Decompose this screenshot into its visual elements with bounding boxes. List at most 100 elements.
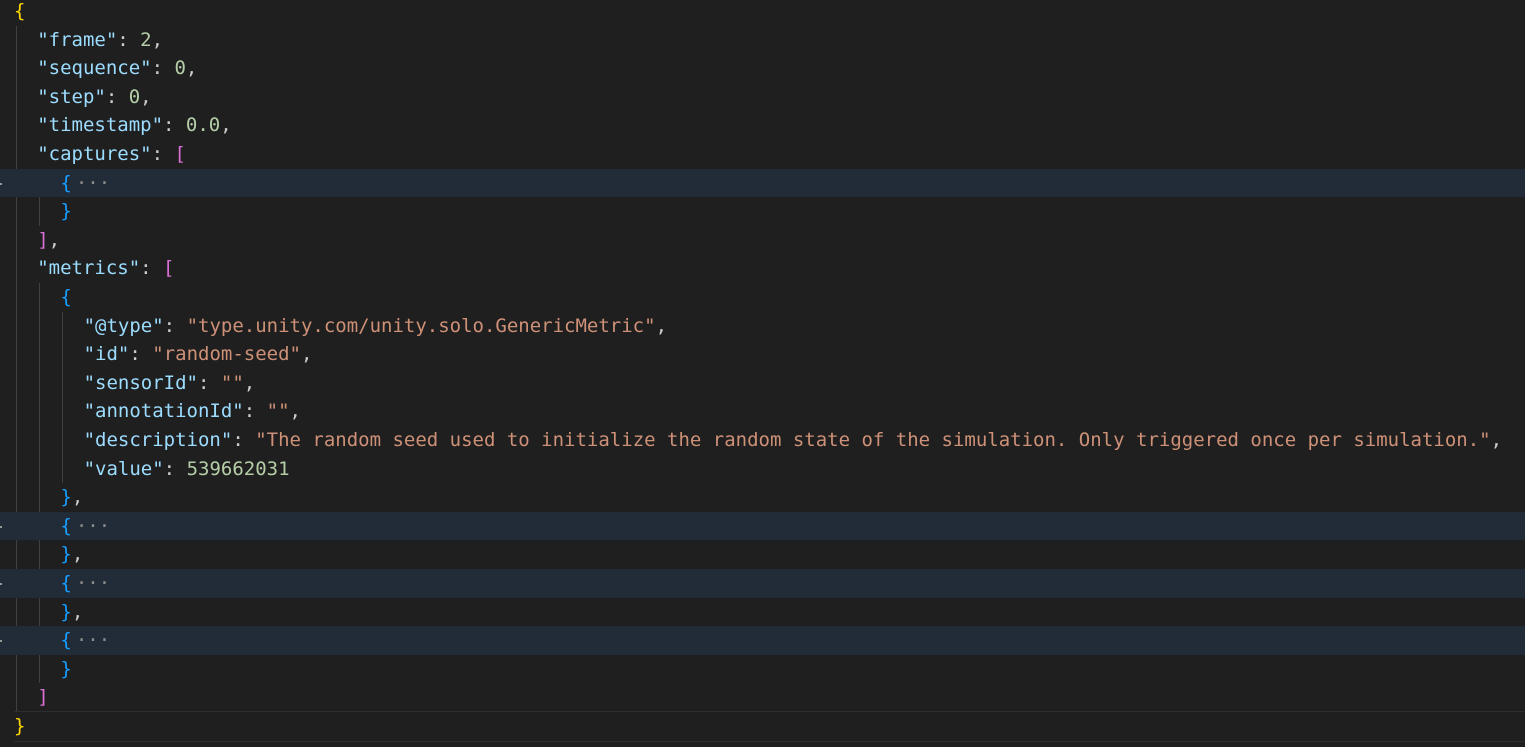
- code-line[interactable]: "annotationId": "",: [0, 397, 1525, 426]
- code-token: "": [266, 400, 290, 423]
- code-text: },: [60, 598, 83, 627]
- code-line[interactable]: "id": "random-seed",: [0, 340, 1525, 369]
- code-token: ,: [185, 57, 198, 80]
- code-text: "id": "random-seed",: [84, 340, 313, 369]
- code-token: :: [197, 371, 221, 394]
- fold-ellipsis[interactable]: ···: [76, 629, 110, 651]
- code-line[interactable]: ],: [0, 226, 1525, 255]
- code-token: }: [60, 657, 72, 680]
- code-line[interactable]: "description": "The random seed used to …: [0, 426, 1525, 455]
- code-token: :: [163, 457, 187, 480]
- code-token: "frame": [37, 28, 118, 51]
- code-token: ,: [151, 28, 164, 51]
- code-text: "value": 539662031: [84, 455, 290, 484]
- code-token: "step": [37, 85, 106, 108]
- code-token: "description": [83, 429, 233, 451]
- code-text: }: [60, 655, 71, 684]
- code-token: :: [117, 28, 141, 51]
- code-text: {: [14, 0, 25, 26]
- code-text: },: [60, 540, 83, 569]
- code-text: "annotationId": "",: [84, 397, 301, 426]
- code-token: :: [163, 314, 187, 337]
- code-line[interactable]: "timestamp": 0.0,: [0, 111, 1525, 140]
- code-text: {···: [60, 512, 110, 541]
- code-line[interactable]: {: [0, 0, 1525, 26]
- code-token: {: [60, 629, 72, 652]
- code-token: "type.unity.com/unity.solo.GenericMetric…: [186, 314, 656, 337]
- code-token: "@type": [83, 314, 164, 337]
- code-token: {: [60, 572, 72, 594]
- code-token: }: [60, 200, 72, 223]
- code-token: ,: [289, 400, 301, 423]
- json-editor[interactable]: {"frame": 2, "sequence": 0, "step": 0, "tim…: [0, 0, 1525, 747]
- code-line[interactable]: "@type": "type.unity.com/unity.solo.Gene…: [0, 312, 1525, 341]
- code-token: "sequence": [37, 57, 152, 80]
- code-text: },: [60, 483, 83, 512]
- code-token: ,: [1490, 429, 1503, 451]
- code-token: ,: [71, 600, 84, 623]
- code-line[interactable]: }: [0, 712, 1525, 741]
- code-token: {: [60, 286, 72, 308]
- folded-code-line[interactable]: {···: [0, 168, 1525, 198]
- folded-code-line[interactable]: {···: [0, 569, 1525, 598]
- fold-ellipsis[interactable]: ···: [76, 572, 110, 594]
- code-text: "frame": 2,: [37, 26, 163, 55]
- code-line[interactable]: },: [0, 598, 1525, 627]
- code-line[interactable]: }: [0, 655, 1525, 684]
- code-text: }: [14, 712, 25, 741]
- code-token: 2: [140, 28, 152, 51]
- code-line[interactable]: {: [0, 283, 1525, 312]
- code-line[interactable]: },: [0, 540, 1525, 569]
- code-text: "sensorId": "",: [84, 369, 256, 398]
- code-line[interactable]: },: [0, 483, 1525, 512]
- fold-indicator-icon[interactable]: [0, 525, 2, 528]
- code-token: "captures": [37, 143, 152, 165]
- code-token: "annotationId": [83, 400, 244, 423]
- code-token: 539662031: [186, 457, 290, 480]
- code-line[interactable]: "frame": 2,: [0, 26, 1525, 55]
- code-token: "value": [83, 457, 164, 480]
- code-line[interactable]: }: [0, 197, 1525, 226]
- code-token: ,: [220, 114, 232, 137]
- code-token: :: [151, 57, 175, 80]
- code-text: "description": "The random seed used to …: [84, 426, 1502, 455]
- code-text: {···: [60, 169, 110, 198]
- folded-code-line[interactable]: {···: [0, 511, 1525, 541]
- fold-indicator-icon[interactable]: [0, 583, 2, 585]
- code-token: ]: [37, 228, 49, 251]
- code-token: "random-seed": [152, 343, 301, 366]
- code-token: ,: [655, 314, 668, 337]
- code-token: }: [60, 486, 72, 509]
- code-line[interactable]: "captures": [: [0, 140, 1525, 169]
- code-token: ,: [71, 543, 84, 566]
- code-line[interactable]: ]: [0, 683, 1525, 712]
- fold-ellipsis[interactable]: ···: [76, 172, 110, 194]
- code-token: 0.0: [185, 114, 221, 137]
- code-line[interactable]: "sequence": 0,: [0, 54, 1525, 83]
- code-token: 0: [174, 57, 186, 80]
- code-token: "": [220, 371, 244, 394]
- code-text: {···: [60, 569, 110, 598]
- code-text: "timestamp": 0.0,: [37, 111, 232, 140]
- fold-indicator-icon[interactable]: [0, 182, 2, 185]
- code-line[interactable]: "sensorId": "",: [0, 369, 1525, 398]
- code-line[interactable]: "value": 539662031: [0, 455, 1525, 484]
- fold-indicator-icon[interactable]: [0, 640, 2, 643]
- code-token: ,: [300, 343, 313, 366]
- code-token: "metrics": [37, 257, 141, 280]
- code-token: "timestamp": [37, 114, 164, 137]
- fold-ellipsis[interactable]: ···: [76, 515, 110, 537]
- code-line[interactable]: "metrics": [: [0, 254, 1525, 283]
- code-token: ,: [48, 228, 61, 251]
- code-token: "id": [83, 343, 130, 366]
- folded-code-line[interactable]: {···: [0, 626, 1525, 655]
- code-token: {: [14, 0, 26, 22]
- code-token: "sensorId": [83, 371, 198, 394]
- code-text: "captures": [: [37, 140, 186, 169]
- code-text: "@type": "type.unity.com/unity.solo.Gene…: [84, 312, 667, 341]
- code-text: ]: [37, 683, 48, 712]
- code-line[interactable]: "step": 0,: [0, 83, 1525, 112]
- code-token: }: [60, 543, 72, 566]
- code-token: ,: [243, 371, 256, 394]
- code-token: "The random seed used to initialize the …: [255, 429, 1491, 451]
